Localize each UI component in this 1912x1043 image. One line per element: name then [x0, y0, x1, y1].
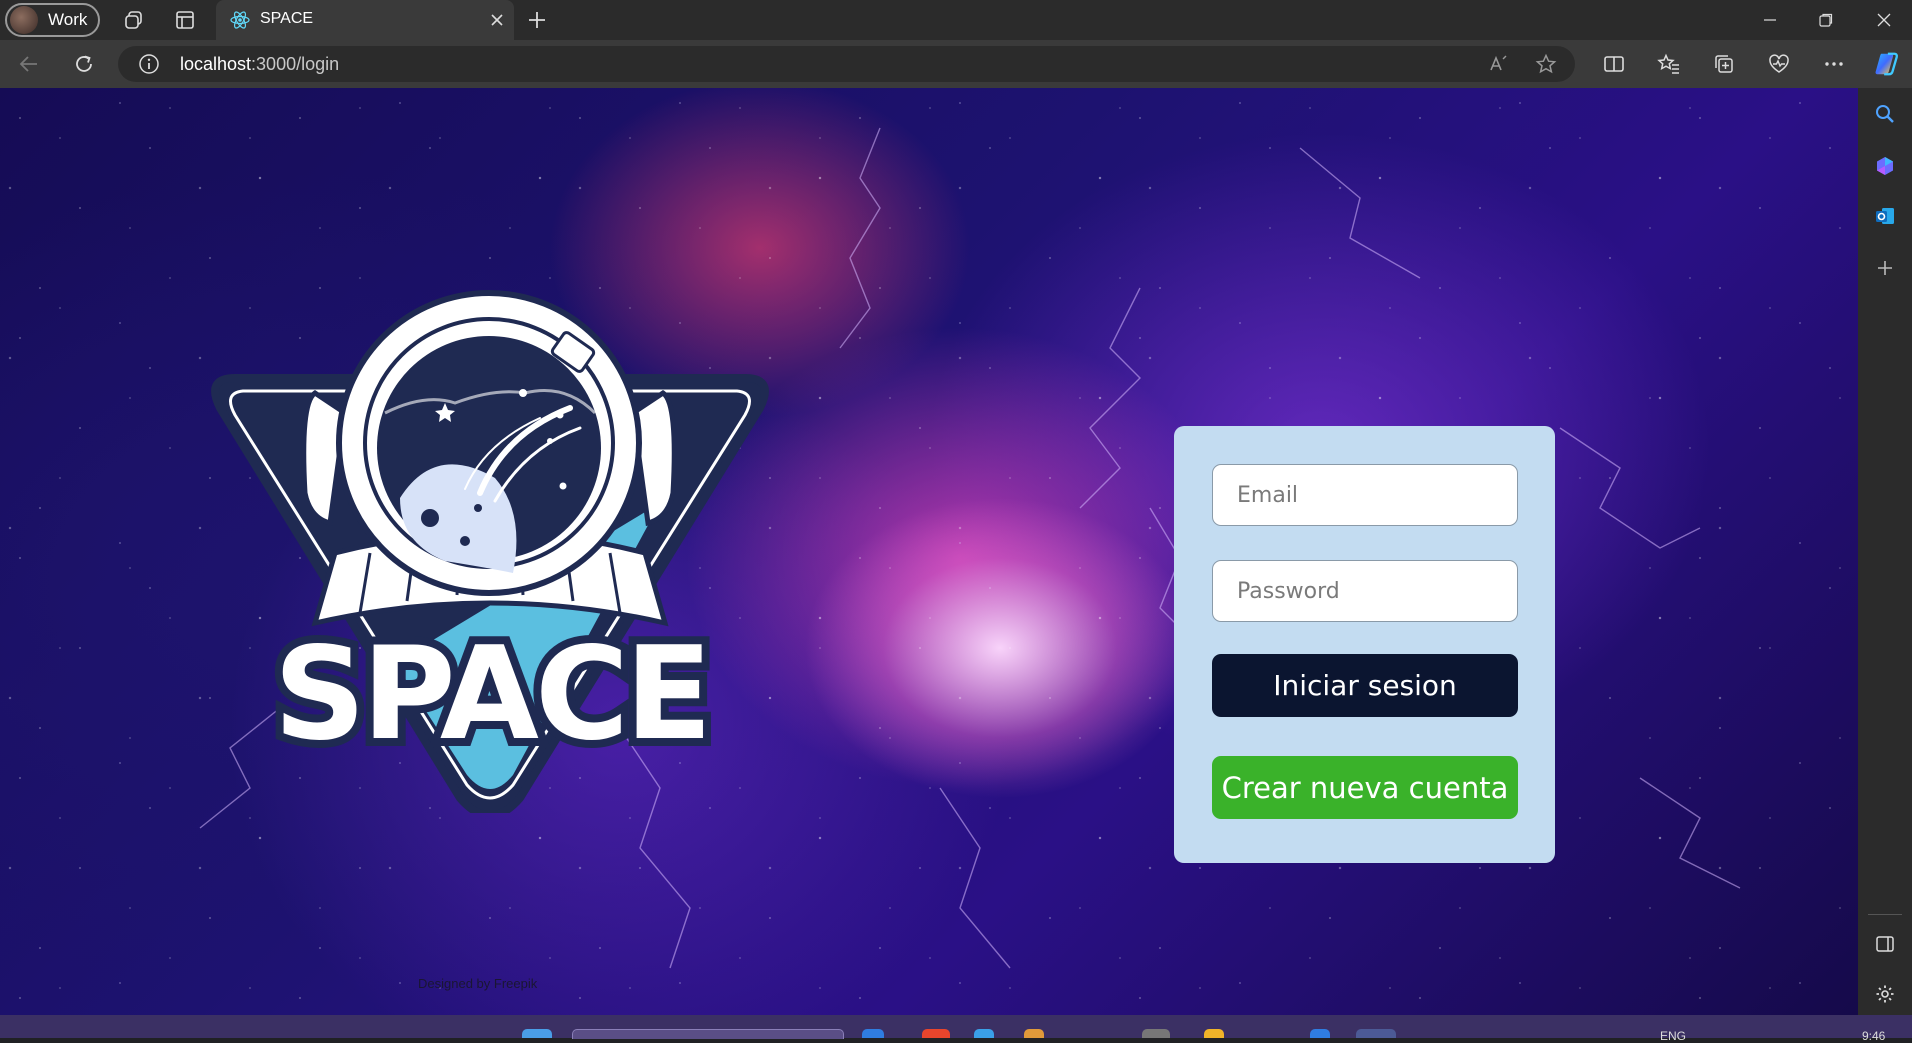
refresh-icon[interactable] [70, 50, 98, 78]
copilot-icon[interactable] [1872, 50, 1900, 78]
tab-actions-icon[interactable] [173, 8, 197, 32]
taskbar: ENG 9:46 [0, 1015, 1912, 1043]
address-bar[interactable]: localhost:3000/login [118, 46, 1575, 82]
restore-icon[interactable] [1804, 6, 1848, 34]
taskbar-app-4[interactable] [1024, 1029, 1044, 1038]
workspaces-icon[interactable] [122, 8, 146, 32]
url-text[interactable]: localhost:3000/login [180, 54, 339, 75]
tab-title: SPACE [260, 10, 314, 27]
search-icon[interactable] [1871, 100, 1899, 128]
profile-label: Work [48, 10, 88, 29]
favorites-icon[interactable] [1655, 50, 1683, 78]
info-icon[interactable] [138, 53, 160, 75]
language-indicator[interactable]: ENG [1660, 1029, 1686, 1043]
create-account-button[interactable]: Crear nueva cuenta [1212, 756, 1518, 819]
window-close-icon[interactable] [1862, 6, 1906, 34]
address-toolbar: localhost:3000/login [0, 40, 1912, 88]
sidebar-divider [1868, 914, 1902, 915]
taskbar-edge[interactable] [1356, 1029, 1396, 1038]
space-logo: SPACE SPACE [211, 290, 769, 813]
profile-button[interactable]: Work [5, 3, 100, 37]
more-icon[interactable] [1820, 50, 1848, 78]
email-field[interactable] [1212, 464, 1518, 526]
favorite-star-icon[interactable] [1534, 52, 1558, 76]
shopping-icon[interactable] [1871, 152, 1899, 180]
split-screen-icon[interactable] [1600, 50, 1628, 78]
credit-text[interactable]: Designed by Freepik [418, 976, 537, 991]
back-icon[interactable] [15, 50, 43, 78]
new-tab-icon[interactable] [525, 8, 549, 32]
taskbar-app-6[interactable] [1204, 1029, 1224, 1038]
tab-strip: Work SPACE [0, 0, 1912, 40]
clock[interactable]: 9:46 [1862, 1029, 1885, 1043]
login-card: Iniciar sesion Crear nueva cuenta [1174, 426, 1555, 863]
url-host: localhost [180, 54, 252, 74]
collections-icon[interactable] [1710, 50, 1738, 78]
taskbar-app-2[interactable] [922, 1029, 950, 1038]
taskbar-app-5[interactable] [1142, 1029, 1170, 1038]
login-page: SPACE SPACE Designed by Freepik Iniciar … [0, 88, 1858, 1015]
sidebar-toggle-icon[interactable] [1871, 930, 1899, 958]
add-icon[interactable] [1871, 254, 1899, 282]
taskbar-app-3[interactable] [974, 1029, 994, 1038]
react-favicon-icon [230, 10, 250, 30]
avatar [10, 6, 38, 34]
read-aloud-icon[interactable] [1487, 52, 1511, 76]
settings-icon[interactable] [1871, 980, 1899, 1008]
outlook-icon[interactable] [1871, 202, 1899, 230]
login-button[interactable]: Iniciar sesion [1212, 654, 1518, 717]
minimize-icon[interactable] [1748, 6, 1792, 34]
close-icon[interactable] [486, 9, 508, 31]
tab-space[interactable]: SPACE [216, 0, 514, 40]
edge-sidebar [1858, 88, 1912, 1015]
start-icon[interactable] [522, 1029, 552, 1038]
browser-essentials-icon[interactable] [1765, 50, 1793, 78]
taskbar-app-7[interactable] [1310, 1029, 1330, 1038]
url-path: :3000/login [251, 54, 340, 74]
password-field[interactable] [1212, 560, 1518, 622]
taskbar-app-1[interactable] [862, 1029, 884, 1038]
